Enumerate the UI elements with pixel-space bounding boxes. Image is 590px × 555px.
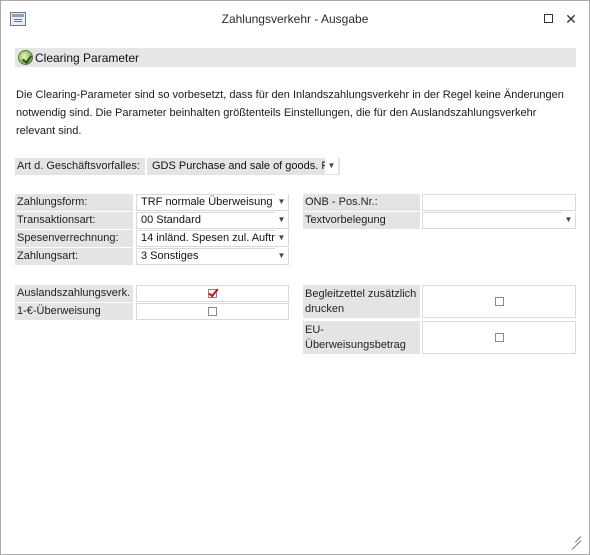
textvorbelegung-dropdown-icon[interactable] bbox=[562, 212, 575, 228]
transaktionsart-select[interactable]: 00 Standard bbox=[136, 212, 289, 229]
maximize-icon bbox=[543, 14, 553, 23]
transaktionsart-value: 00 Standard bbox=[141, 214, 201, 226]
textvorbelegung-label: Textvorbelegung bbox=[303, 212, 420, 229]
description-text: Die Clearing-Parameter sind so vorbesetz… bbox=[16, 89, 564, 137]
ein-euro-ueberweisung-checkbox[interactable] bbox=[208, 307, 217, 316]
begleitzettel-label: Begleitzettel zusätzlich drucken bbox=[303, 285, 420, 318]
section-title: Clearing Parameter bbox=[35, 51, 140, 65]
geschaeftsvorfall-dropdown-icon[interactable] bbox=[325, 158, 338, 174]
spesenverrechnung-select[interactable]: 14 inländ. Spesen zul. Auftr bbox=[136, 230, 289, 247]
geschaeftsvorfall-select[interactable]: GDS Purchase and sale of goods. P bbox=[147, 158, 340, 175]
zahlungsart-value: 3 Sonstiges bbox=[141, 250, 199, 262]
maximize-button[interactable] bbox=[539, 10, 557, 28]
eu-ueberweisungsbetrag-label: EU-Überweisungsbetrag berücksichtigen bbox=[303, 321, 420, 354]
onb-posnr-input[interactable] bbox=[422, 194, 576, 211]
spesenverrechnung-dropdown-icon[interactable] bbox=[275, 230, 288, 246]
geschaeftsvorfall-value: GDS Purchase and sale of goods. P bbox=[152, 160, 329, 172]
textvorbelegung-select[interactable] bbox=[422, 212, 576, 229]
clearing-parameter-icon bbox=[18, 50, 33, 65]
resize-grip-icon[interactable] bbox=[567, 532, 582, 551]
zahlungsart-label: Zahlungsart: bbox=[15, 248, 133, 265]
onb-posnr-label: ONB - Pos.Nr.: bbox=[303, 194, 420, 211]
ein-euro-ueberweisung-label: 1-€-Überweisung bbox=[15, 303, 133, 320]
zahlungsform-dropdown-icon[interactable] bbox=[275, 194, 288, 210]
title-bar[interactable]: Zahlungsverkehr - Ausgabe ✕ bbox=[1, 1, 589, 37]
transaktionsart-dropdown-icon[interactable] bbox=[275, 212, 288, 228]
window-title: Zahlungsverkehr - Ausgabe bbox=[221, 12, 369, 26]
auslandszahlungsverk-label: Auslandszahlungsverk. bbox=[15, 285, 133, 302]
begleitzettel-checkbox[interactable] bbox=[495, 297, 504, 306]
eu-ueberweisungsbetrag-checkbox[interactable] bbox=[495, 333, 504, 342]
zahlungsart-dropdown-icon[interactable] bbox=[275, 248, 288, 264]
spesenverrechnung-value: 14 inländ. Spesen zul. Auftr bbox=[141, 232, 275, 244]
close-button[interactable]: ✕ bbox=[562, 10, 580, 28]
zahlungsform-label: Zahlungsform: bbox=[15, 194, 133, 211]
auslandszahlungsverk-checkbox[interactable] bbox=[208, 289, 217, 298]
dialog-window: Zahlungsverkehr - Ausgabe ✕ Clearing Par… bbox=[0, 0, 590, 555]
zahlungsform-value: TRF normale Überweisung bbox=[141, 196, 273, 208]
geschaeftsvorfall-label: Art d. Geschäftsvorfalles: bbox=[15, 158, 145, 175]
transaktionsart-label: Transaktionsart: bbox=[15, 212, 133, 229]
zahlungsform-select[interactable]: TRF normale Überweisung bbox=[136, 194, 289, 211]
zahlungsart-select[interactable]: 3 Sonstiges bbox=[136, 248, 289, 265]
section-header: Clearing Parameter bbox=[15, 48, 576, 67]
spesenverrechnung-label: Spesenverrechnung: bbox=[15, 230, 133, 247]
